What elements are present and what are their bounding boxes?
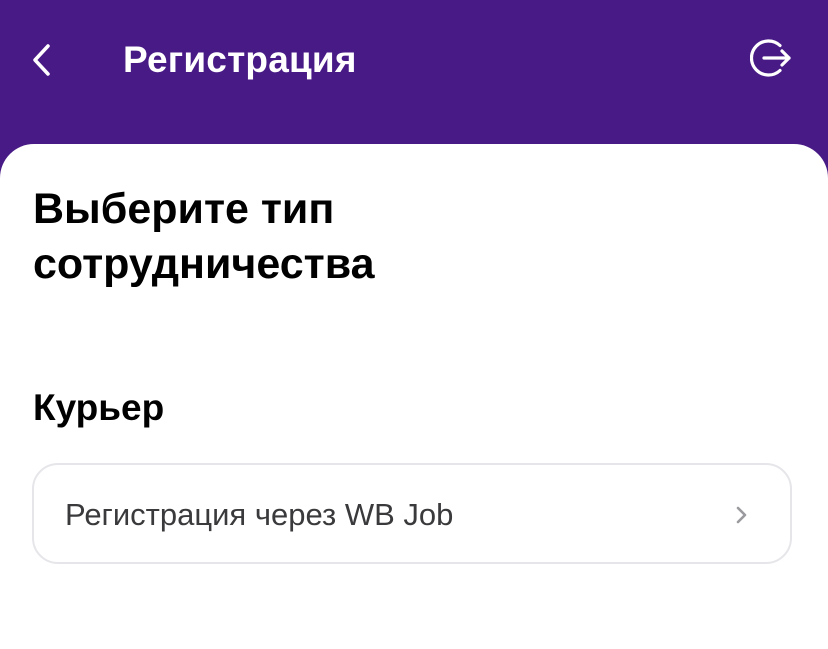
logout-arrow-icon xyxy=(750,39,791,77)
registration-screen: Регистрация Выберите тип сотрудничества … xyxy=(0,0,828,649)
register-via-wb-job-option[interactable]: Регистрация через WB Job xyxy=(32,463,792,564)
page-title: Регистрация xyxy=(123,39,357,80)
courier-section-label: Курьер xyxy=(33,387,165,428)
app-bar: Регистрация xyxy=(0,0,828,160)
chevron-left-icon xyxy=(33,44,50,76)
back-button[interactable] xyxy=(18,36,66,84)
logout-button[interactable] xyxy=(746,32,798,84)
option-label: Регистрация через WB Job xyxy=(65,497,454,532)
cooperation-type-heading: Выберите тип сотрудничества xyxy=(33,185,375,288)
chevron-right-icon xyxy=(736,506,747,524)
